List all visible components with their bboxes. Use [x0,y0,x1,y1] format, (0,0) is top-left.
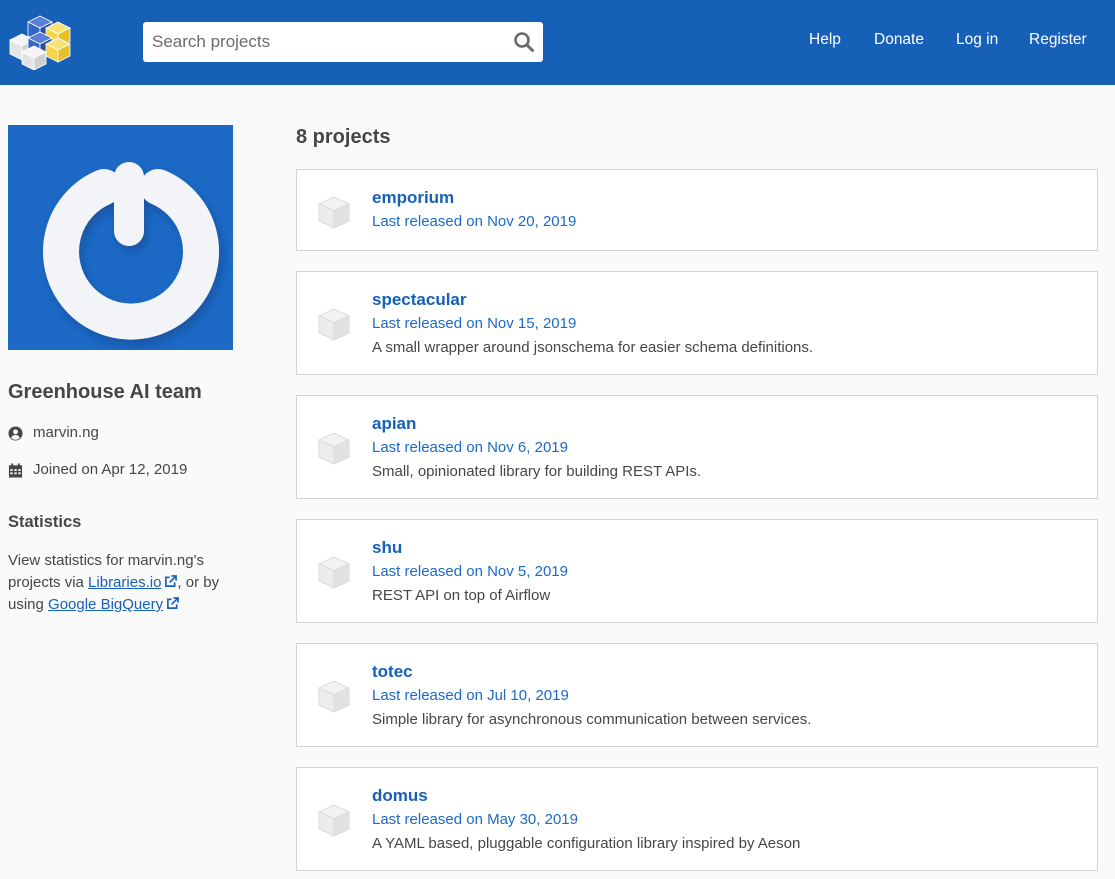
package-box-icon [317,432,351,465]
project-release-date: Last released on Jul 10, 2019 [372,687,569,704]
project-name[interactable]: totec [372,662,413,682]
username: marvin.ng [33,424,99,441]
google-bigquery-label: Google BigQuery [48,596,164,613]
project-card[interactable]: domus Last released on May 30, 2019 A YAML… [296,767,1098,871]
profile-name: Greenhouse AI team [8,381,202,403]
project-name[interactable]: domus [372,786,428,806]
pypi-logo-icon[interactable] [6,12,76,70]
project-name[interactable]: emporium [372,188,454,208]
project-card[interactable]: emporium Last released on Nov 20, 2019 [296,169,1098,251]
project-description: Simple library for asynchronous communic… [372,711,812,728]
package-box-icon [317,196,351,229]
project-name[interactable]: shu [372,538,402,558]
external-link-icon [167,597,180,609]
google-bigquery-link[interactable]: Google BigQuery [48,596,180,613]
statistics-heading: Statistics [8,513,82,531]
search-icon[interactable] [513,31,535,53]
project-description: A small wrapper around jsonschema for ea… [372,339,814,356]
project-release-date: Last released on Nov 5, 2019 [372,563,568,580]
joined-row: Joined on Apr 12, 2019 [8,461,208,481]
nav-donate-link[interactable]: Donate [874,31,924,49]
project-description: REST API on top of Airflow [372,587,551,604]
calendar-icon [8,463,23,478]
profile-picture [43,162,219,340]
joined-date: Joined on Apr 12, 2019 [33,461,188,478]
user-circle-icon [8,426,23,441]
package-box-icon [317,680,351,713]
project-description: Small, opinionated library for building … [372,463,702,480]
external-link-icon [165,575,178,587]
project-description: A YAML based, pluggable configuration li… [372,835,801,852]
package-box-icon [317,308,351,341]
search-bar [143,22,543,62]
project-release-date: Last released on Nov 15, 2019 [372,315,577,332]
libraries-io-label: Libraries.io [88,574,162,591]
nav-help-link[interactable]: Help [809,31,841,49]
project-release-date: Last released on Nov 6, 2019 [372,439,568,456]
project-release-date: Last released on Nov 20, 2019 [372,213,577,230]
nav-login-link[interactable]: Log in [956,31,998,49]
project-card[interactable]: apian Last released on Nov 6, 2019 Small, … [296,395,1098,499]
package-box-icon [317,804,351,837]
projects-count: 8 projects [296,126,391,148]
project-card[interactable]: spectacular Last released on Nov 15, 2019… [296,271,1098,375]
statistics-text: View statistics for marvin.ng's projects… [8,550,248,616]
libraries-io-link[interactable]: Libraries.io [88,574,178,591]
avatar [8,125,233,350]
nav-register-link[interactable]: Register [1029,31,1087,49]
search-input[interactable] [143,22,503,62]
project-name[interactable]: apian [372,414,416,434]
username-row: marvin.ng [8,424,128,444]
package-box-icon [317,556,351,589]
project-card[interactable]: shu Last released on Nov 5, 2019 REST API … [296,519,1098,623]
project-card[interactable]: totec Last released on Jul 10, 2019 Simple… [296,643,1098,747]
site-header: Help Donate Log in Register [0,0,1115,85]
project-name[interactable]: spectacular [372,290,467,310]
project-release-date: Last released on May 30, 2019 [372,811,578,828]
